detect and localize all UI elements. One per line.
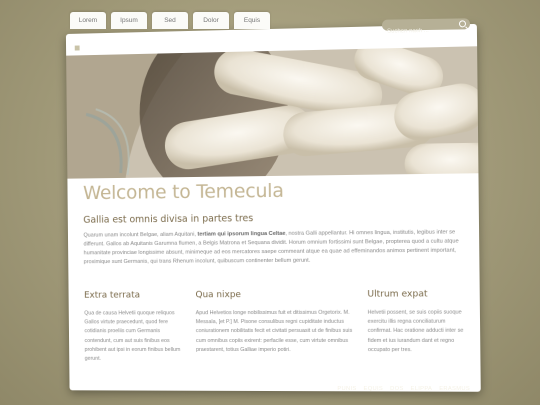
column-heading: Extra terrata xyxy=(84,290,141,301)
footer-link-elippa[interactable]: ELIPPA xyxy=(411,386,433,392)
column-text: Apud Helvetios longe nobilissimus fuit e… xyxy=(195,309,353,353)
ladyfinger-cookies-photo xyxy=(66,46,479,179)
top-tabs: Lorem Ipsum Sed Dolor Equis xyxy=(70,12,270,29)
search-icon[interactable] xyxy=(458,20,467,28)
column-text: Qua de causa Helvetii quoque reliquos Ga… xyxy=(84,310,181,362)
main-card: Welcome to Temecula Gallia est omnis div… xyxy=(65,23,481,392)
footer-link-dos[interactable]: DOS xyxy=(390,386,403,392)
column-heading: Ultrum expat xyxy=(367,289,428,300)
column-text: Helvetii possent, se suis copiis suoque … xyxy=(367,309,464,353)
footer-nav: PUNIS EQUIS DOS ELIPPA ERASMUS xyxy=(337,386,470,392)
feature-columns: Extra terrata Qua de causa Helvetii quoq… xyxy=(84,289,469,361)
column-ultrum-expat: Ultrum expat Helvetii possent, se suis c… xyxy=(367,289,470,355)
tab-dolor[interactable]: Dolor xyxy=(193,12,229,29)
logo-mark xyxy=(74,45,80,51)
tab-sed[interactable]: Sed xyxy=(152,12,188,29)
column-extra-terrata: Extra terrata Qua de causa Helvetii quoq… xyxy=(84,290,180,364)
footer-link-erasmus[interactable]: ERASMUS xyxy=(439,386,470,392)
page-title: Welcome to Temecula xyxy=(82,179,284,205)
header-banner-image xyxy=(66,46,479,179)
intro-text-bold: tertiam qui ipsorum lingua Celtae xyxy=(197,230,286,238)
intro-text-start: Quarum unam incolunt Belgae, aliam Aquit… xyxy=(83,231,198,239)
search-input[interactable] xyxy=(382,25,458,38)
column-heading: Qua nixpe xyxy=(195,290,242,301)
footer-link-equis[interactable]: EQUIS xyxy=(364,386,384,392)
column-qua-nixpe: Qua nixpe Apud Helvetios longe nobilissi… xyxy=(195,290,355,355)
footer-link-punis[interactable]: PUNIS xyxy=(337,386,356,392)
tab-equis[interactable]: Equis xyxy=(234,12,270,29)
page-subtitle: Gallia est omnis divisa in partes tres xyxy=(83,213,254,226)
tab-ipsum[interactable]: Ipsum xyxy=(111,12,147,29)
search-box xyxy=(381,18,471,38)
main-content: Welcome to Temecula Gallia est omnis div… xyxy=(83,178,463,268)
tab-lorem[interactable]: Lorem xyxy=(70,12,106,29)
intro-paragraph: Quarum unam incolunt Belgae, aliam Aquit… xyxy=(83,228,463,267)
